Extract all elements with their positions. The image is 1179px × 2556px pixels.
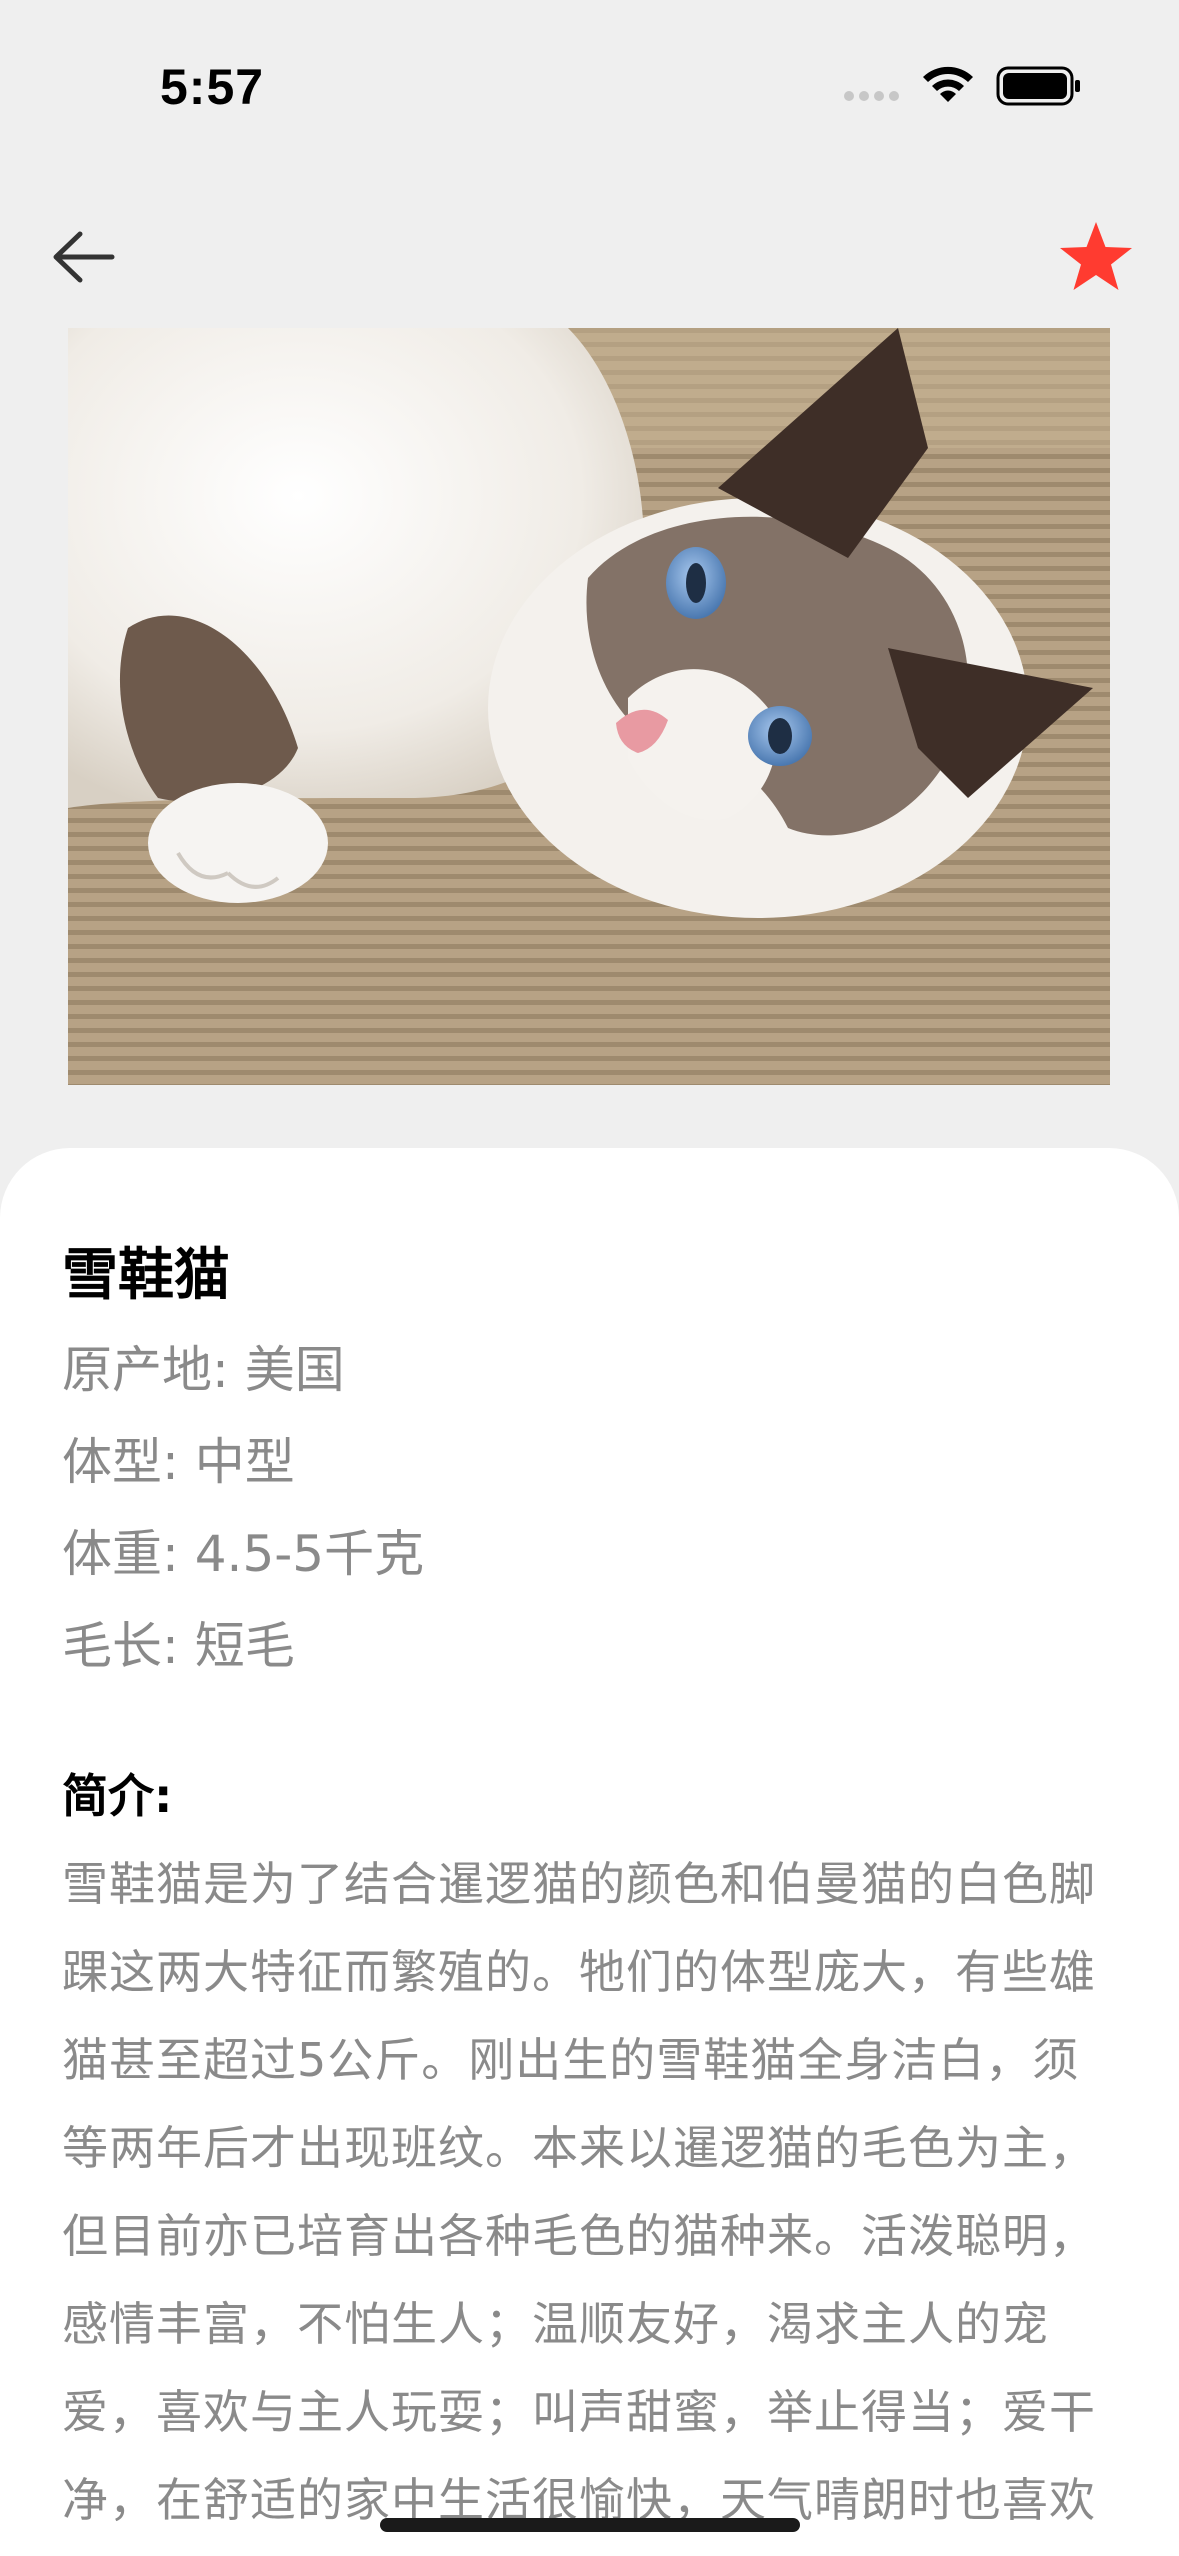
breed-name: 雪鞋猫	[62, 1243, 230, 1308]
home-indicator[interactable]	[380, 2518, 800, 2532]
status-time: 5:57	[160, 59, 265, 115]
back-button[interactable]	[44, 222, 124, 292]
coat-length-attribute: 毛长: 短毛	[62, 1617, 295, 1675]
wifi-icon	[923, 66, 973, 102]
size-attribute: 体型: 中型	[62, 1433, 295, 1491]
intro-paragraph: 雪鞋猫是为了结合暹逻猫的颜色和伯曼猫的白色脚踝这两大特征而繁殖的。牠们的体型庞大…	[62, 1857, 1096, 2527]
intro-heading: 简介:	[62, 1769, 173, 1823]
favorite-button[interactable]	[1056, 218, 1136, 298]
arrow-left-icon	[53, 231, 115, 283]
status-bar: 5:57	[0, 0, 1179, 175]
weight-attribute: 体重: 4.5-5千克	[62, 1525, 425, 1583]
cellular-signal-icon	[844, 91, 899, 101]
battery-icon	[996, 66, 1080, 106]
cat-photo	[68, 328, 1110, 1085]
origin-attribute: 原产地: 美国	[62, 1341, 345, 1399]
star-icon	[1060, 222, 1132, 290]
